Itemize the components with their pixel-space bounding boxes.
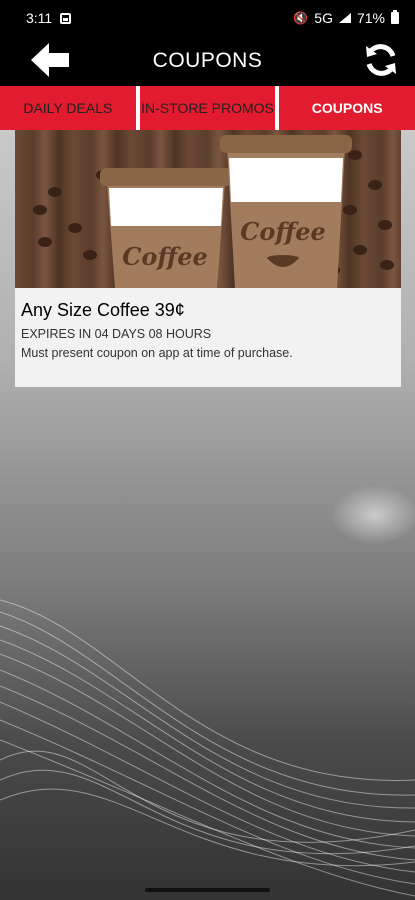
status-right: 🔇 5G 71%: [293, 10, 399, 26]
coupon-card[interactable]: Coffee Coffee Any Size Coffee 39¢ EXPIRE…: [15, 130, 401, 387]
status-bar: 3:11 🔇 5G 71%: [0, 0, 415, 36]
background-waves: [0, 599, 415, 897]
battery-percent: 71%: [356, 10, 385, 26]
tab-bar: DAILY DEALS IN-STORE PROMOS COUPONS: [0, 86, 415, 130]
tab-coupons[interactable]: COUPONS: [279, 86, 415, 130]
gallery-icon: [60, 12, 72, 24]
tab-daily-deals[interactable]: DAILY DEALS: [0, 86, 136, 130]
coupon-title: Any Size Coffee 39¢: [21, 300, 185, 320]
coffee-cup-icon: Coffee: [100, 168, 232, 288]
app-header: COUPONS: [0, 36, 415, 86]
coupon-terms: Must present coupon on app at time of pu…: [21, 346, 293, 360]
navigation-handle[interactable]: [145, 888, 270, 892]
page-title: COUPONS: [152, 49, 263, 72]
background-glow: [330, 485, 415, 545]
coffee-cup-icon: Coffee: [220, 135, 352, 288]
signal-icon: [338, 13, 351, 23]
cup-label-right: Coffee: [240, 217, 326, 246]
cup-label-left: Coffee: [122, 242, 208, 271]
refresh-button[interactable]: [361, 40, 401, 80]
refresh-icon: [366, 44, 396, 76]
battery-icon: [391, 10, 399, 24]
network-type: 5G: [314, 10, 333, 26]
status-left: 3:11: [26, 10, 72, 26]
tab-in-store-promos[interactable]: IN-STORE PROMOS: [139, 86, 276, 130]
back-button[interactable]: [28, 39, 72, 81]
status-time: 3:11: [26, 10, 53, 26]
coupon-image: Coffee Coffee: [15, 130, 401, 288]
mute-icon: 🔇: [293, 11, 309, 25]
back-arrow-icon: [31, 43, 69, 77]
coffee-image: Coffee Coffee: [33, 135, 394, 288]
coupon-expiry: EXPIRES IN 04 DAYS 08 HOURS: [21, 327, 212, 341]
